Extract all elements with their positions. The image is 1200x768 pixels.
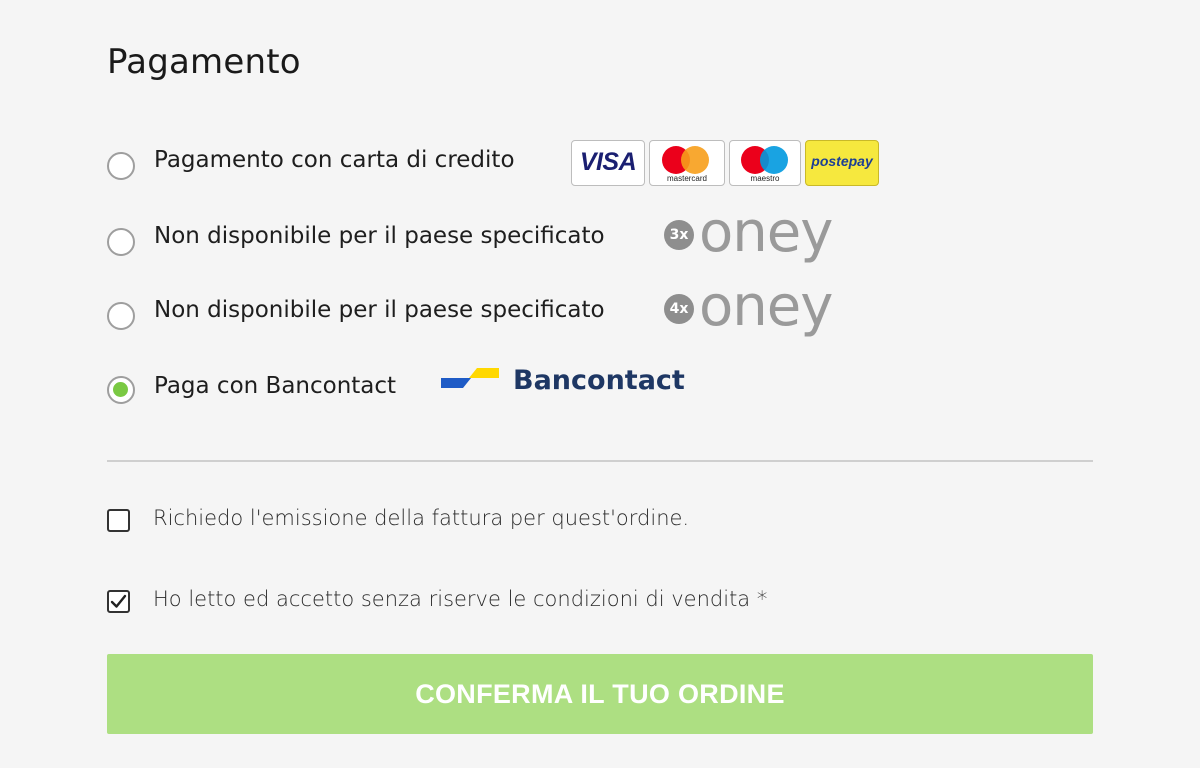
payment-option-label: Pagamento con carta di credito bbox=[154, 147, 515, 173]
payment-option-label: Non disponibile per il paese specificato bbox=[154, 223, 605, 249]
section-divider bbox=[107, 460, 1093, 462]
mastercard-logo: mastercard bbox=[649, 140, 725, 186]
radio-credit-card[interactable] bbox=[107, 152, 135, 180]
maestro-blue-circle bbox=[760, 146, 788, 174]
terms-option[interactable]: Ho letto ed accetto senza riserve le con… bbox=[107, 587, 807, 620]
oney-logo: oney bbox=[699, 274, 833, 339]
maestro-caption: maestro bbox=[750, 174, 780, 183]
payment-option-oney-3x[interactable]: Non disponibile per il paese specificato… bbox=[107, 200, 867, 265]
mastercard-orange-circle bbox=[681, 146, 709, 174]
page-title: Pagamento bbox=[107, 42, 301, 82]
mastercard-caption: mastercard bbox=[666, 174, 707, 183]
invoice-checkbox-label: Richiedo l'emissione della fattura per q… bbox=[153, 506, 690, 530]
postepay-logo-text: postepay bbox=[811, 153, 873, 169]
visa-logo: VISA bbox=[571, 140, 645, 186]
oney-logo: oney bbox=[699, 200, 833, 265]
radio-bancontact[interactable] bbox=[107, 376, 135, 404]
payment-option-credit-card[interactable]: Pagamento con carta di credito VISA mast… bbox=[107, 140, 887, 186]
bancontact-logo-text: Bancontact bbox=[513, 365, 685, 396]
invoice-option[interactable]: Richiedo l'emissione della fattura per q… bbox=[107, 506, 727, 539]
payment-option-oney-4x[interactable]: Non disponibile per il paese specificato… bbox=[107, 274, 867, 339]
maestro-logo: maestro bbox=[729, 140, 801, 186]
terms-checkbox[interactable] bbox=[107, 590, 130, 613]
invoice-checkbox[interactable] bbox=[107, 509, 130, 532]
radio-oney-3x[interactable] bbox=[107, 228, 135, 256]
confirm-order-button[interactable]: CONFERMA IL TUO ORDINE bbox=[107, 654, 1093, 734]
visa-logo-text: VISA bbox=[579, 148, 637, 176]
payment-option-label: Non disponibile per il paese specificato bbox=[154, 297, 605, 323]
radio-oney-4x[interactable] bbox=[107, 302, 135, 330]
payment-option-bancontact[interactable]: Paga con Bancontact Bancontact bbox=[107, 364, 707, 404]
oney-3x-badge: 3x bbox=[664, 220, 694, 250]
postepay-logo: postepay bbox=[805, 140, 879, 186]
oney-4x-badge: 4x bbox=[664, 294, 694, 324]
terms-checkbox-label: Ho letto ed accetto senza riserve le con… bbox=[153, 587, 768, 611]
bancontact-icon bbox=[441, 368, 499, 388]
payment-option-label: Paga con Bancontact bbox=[154, 373, 397, 399]
checkmark-icon bbox=[110, 594, 127, 608]
